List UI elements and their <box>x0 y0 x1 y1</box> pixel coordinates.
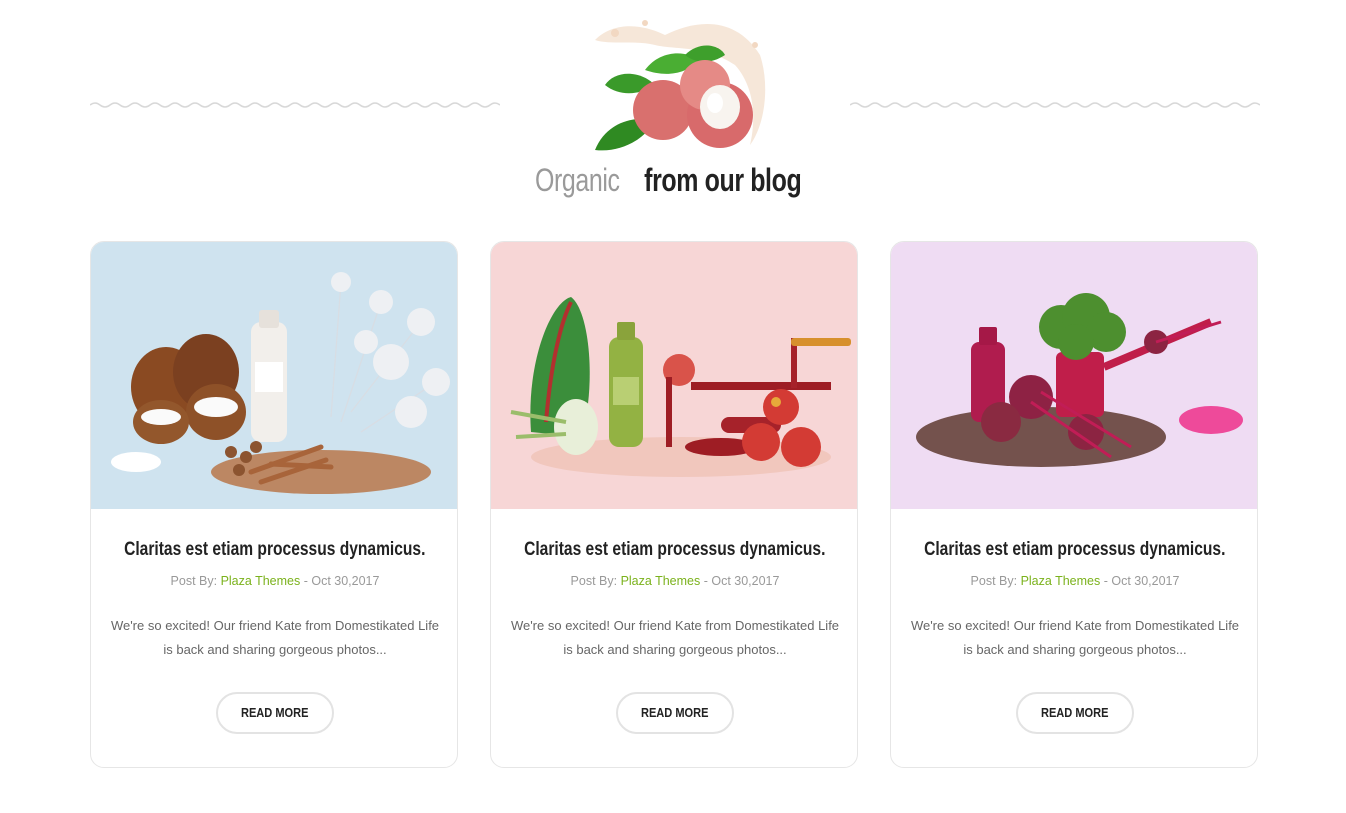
blog-card: Claritas est etiam processus dynamicus. … <box>90 241 458 768</box>
post-author-link[interactable]: Plaza Themes <box>221 574 301 588</box>
post-meta: Post By: Plaza Themes - Oct 30,2017 <box>491 572 857 590</box>
post-image-juice[interactable] <box>491 242 857 509</box>
post-image-beet[interactable] <box>891 242 1257 509</box>
post-date: - Oct 30,2017 <box>703 574 780 588</box>
post-by-label: Post By: <box>970 574 1018 588</box>
post-excerpt: We're so excited! Our friend Kate from D… <box>110 618 440 657</box>
post-author-link[interactable]: Plaza Themes <box>621 574 701 588</box>
post-by-label: Post By: <box>170 574 218 588</box>
post-title[interactable]: Claritas est etiam processus dynamicus. <box>491 538 857 562</box>
blog-card: Claritas est etiam processus dynamicus. … <box>490 241 858 768</box>
post-excerpt: We're so excited! Our friend Kate from D… <box>910 618 1240 657</box>
section-title-bold: from our blog <box>643 162 802 198</box>
read-more-button[interactable]: READ MORE <box>1016 692 1134 734</box>
section-title-light: Organic <box>534 162 620 198</box>
section-title: Organic from our blog <box>0 158 1346 202</box>
post-meta: Post By: Plaza Themes - Oct 30,2017 <box>91 572 457 590</box>
wavy-divider-left <box>90 102 500 108</box>
post-image-coconut[interactable] <box>91 242 457 509</box>
blog-card: Claritas est etiam processus dynamicus. … <box>890 241 1258 768</box>
wavy-divider-right <box>850 102 1260 108</box>
post-date: - Oct 30,2017 <box>1103 574 1180 588</box>
post-date: - Oct 30,2017 <box>303 574 380 588</box>
read-more-button[interactable]: READ MORE <box>616 692 734 734</box>
post-title[interactable]: Claritas est etiam processus dynamicus. <box>91 538 457 562</box>
read-more-button[interactable]: READ MORE <box>216 692 334 734</box>
lychee-splash-icon <box>595 20 766 151</box>
post-author-link[interactable]: Plaza Themes <box>1021 574 1101 588</box>
post-meta: Post By: Plaza Themes - Oct 30,2017 <box>891 572 1257 590</box>
post-excerpt: We're so excited! Our friend Kate from D… <box>510 618 840 657</box>
post-by-label: Post By: <box>570 574 618 588</box>
post-title[interactable]: Claritas est etiam processus dynamicus. <box>891 538 1257 562</box>
blog-section-header: Organic from our blog <box>0 0 1346 220</box>
